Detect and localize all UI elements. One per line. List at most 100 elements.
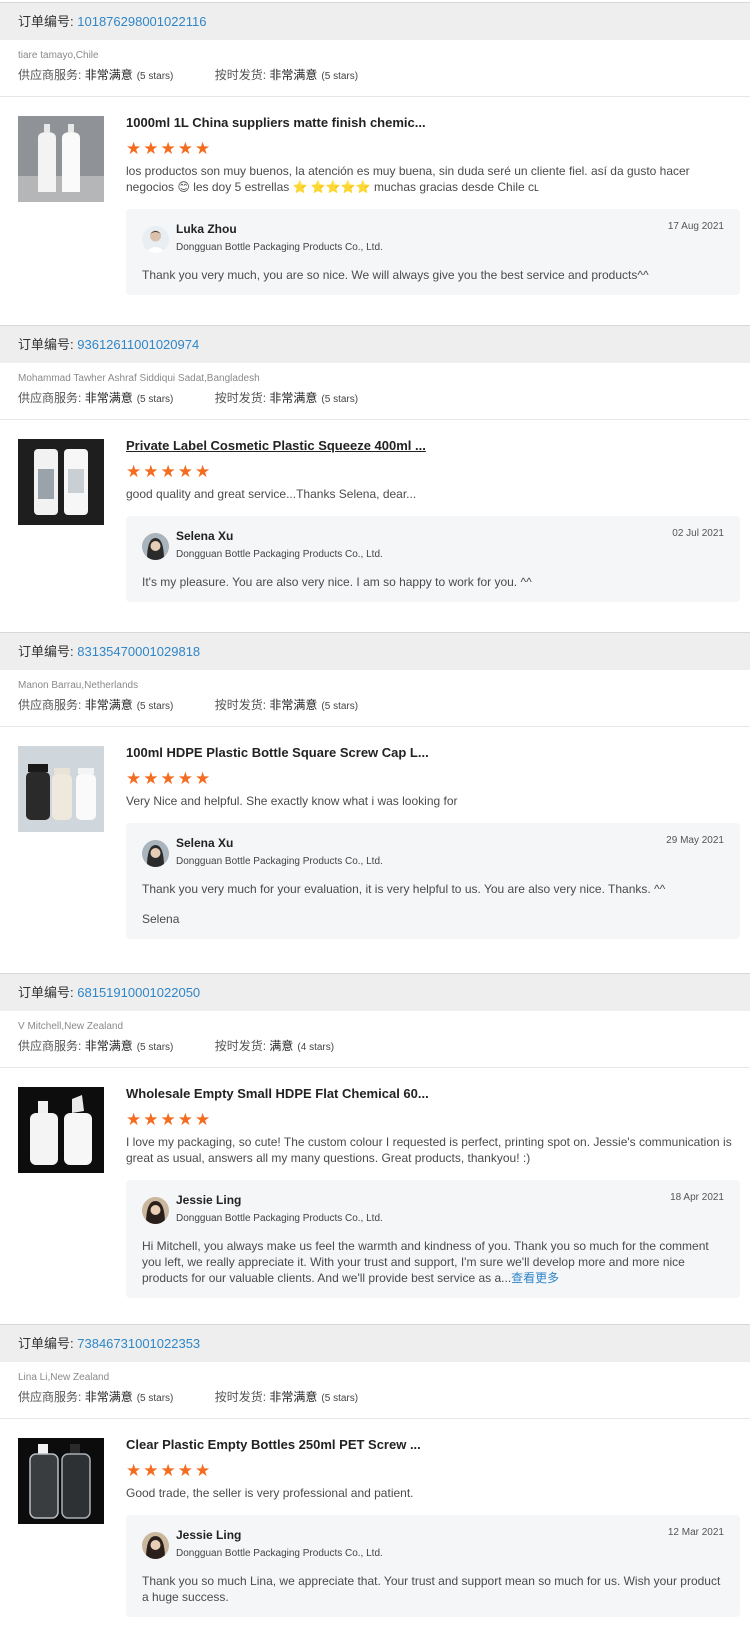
supplier-ratings: 供应商服务: 非常满意 (5 stars) 按时发货: 非常满意 (5 stars) [0,1388,750,1406]
supplier-ratings: 供应商服务: 非常满意 (5 stars) 按时发货: 非常满意 (5 stars) [0,696,750,714]
order-label: 订单编号: [18,14,74,29]
order-label: 订单编号: [18,985,74,1000]
order-header: 订单编号: 73846731001022353 [0,1325,750,1362]
product-title-link[interactable]: Wholesale Empty Small HDPE Flat Chemical… [126,1084,740,1104]
product-title-link[interactable]: 100ml HDPE Plastic Bottle Square Screw C… [126,743,740,763]
supplier-service-stars: (5 stars) [136,1042,174,1053]
order-number-link[interactable]: 68151910001022050 [77,985,200,1000]
seller-reply: Jessie Ling Dongguan Bottle Packaging Pr… [126,1515,740,1617]
reply-author: Selena Xu [176,529,234,543]
reply-date: 29 May 2021 [666,835,724,846]
reply-company: Dongguan Bottle Packaging Products Co., … [176,242,383,253]
reply-company: Dongguan Bottle Packaging Products Co., … [176,1213,383,1224]
customer-name: Mohammad Tawher Ashraf Siddiqui Sadat,Ba… [18,373,260,384]
customer-name: V Mitchell,New Zealand [18,1021,124,1032]
supplier-service-value: 非常满意 [84,1039,133,1053]
reply-date: 02 Jul 2021 [672,528,724,539]
supplier-service-label: 供应商服务: [18,391,82,405]
avatar [142,533,169,560]
order-number-link[interactable]: 93612611001020974 [77,337,199,352]
order-number-link[interactable]: 73846731001022353 [77,1336,200,1351]
product-thumbnail[interactable] [18,746,104,832]
review-card: 订单编号: 73846731001022353 Lina Li,New Zeal… [0,1324,750,1631]
reply-text: Thank you very much for your evaluation,… [142,882,666,896]
supplier-service-label: 供应商服务: [18,1390,82,1404]
view-more-link[interactable]: 查看更多 [511,1271,559,1285]
supplier-service-value: 非常满意 [84,68,133,82]
reply-company: Dongguan Bottle Packaging Products Co., … [176,549,383,560]
supplier-ratings: 供应商服务: 非常满意 (5 stars) 按时发货: 满意 (4 stars) [0,1037,750,1055]
order-header: 订单编号: 83135470001029818 [0,633,750,670]
reply-author: Luka Zhou [176,222,237,236]
reply-company: Dongguan Bottle Packaging Products Co., … [176,1548,383,1559]
review-card: 订单编号: 83135470001029818 Manon Barrau,Net… [0,632,750,953]
supplier-service-label: 供应商服务: [18,68,82,82]
supplier-service-value: 非常满意 [84,391,133,405]
avatar [142,840,169,867]
supplier-service-label: 供应商服务: [18,1039,82,1053]
shipping-stars: (5 stars) [321,1393,359,1404]
shipping-stars: (5 stars) [321,394,359,405]
product-thumbnail[interactable] [18,1438,104,1524]
customer-name: Lina Li,New Zealand [18,1372,110,1383]
shipping-value: 非常满意 [269,698,318,712]
reply-author: Jessie Ling [176,1528,242,1542]
avatar [142,226,169,253]
reply-author: Jessie Ling [176,1193,242,1207]
avatar [142,1532,169,1559]
shipping-stars: (5 stars) [321,701,359,712]
review-card: 订单编号: 93612611001020974 Mohammad Tawher … [0,325,750,616]
shipping-label: 按时发货: [214,1039,267,1053]
order-number-link[interactable]: 101876298001022116 [77,14,206,29]
reply-date: 12 Mar 2021 [667,1527,724,1538]
review-stars: ★★★★★ [126,1461,213,1480]
product-title-link[interactable]: Clear Plastic Empty Bottles 250ml PET Sc… [126,1435,740,1455]
shipping-stars: (5 stars) [321,71,359,82]
supplier-service-stars: (5 stars) [136,71,174,82]
shipping-stars: (4 stars) [297,1042,335,1053]
shipping-value: 非常满意 [269,68,318,82]
seller-reply: Jessie Ling Dongguan Bottle Packaging Pr… [126,1180,740,1298]
order-header: 订单编号: 68151910001022050 [0,974,750,1011]
reply-text: It's my pleasure. You are also very nice… [142,575,532,589]
reply-company: Dongguan Bottle Packaging Products Co., … [176,856,383,867]
order-label: 订单编号: [18,337,74,352]
shipping-value: 非常满意 [269,1390,318,1404]
reply-text-body: Hi Mitchell, you always make us feel the… [142,1239,709,1285]
order-label: 订单编号: [18,644,74,659]
reply-text: Hi Mitchell, you always make us feel the… [142,1238,724,1286]
review-stars: ★★★★★ [126,462,213,481]
order-number-link[interactable]: 83135470001029818 [77,644,200,659]
reply-date: 17 Aug 2021 [667,221,724,232]
product-thumbnail[interactable] [18,116,104,202]
review-stars: ★★★★★ [126,1110,213,1129]
avatar [142,1197,169,1224]
supplier-service-stars: (5 stars) [136,1393,174,1404]
shipping-label: 按时发货: [214,698,267,712]
seller-reply: Selena Xu Dongguan Bottle Packaging Prod… [126,516,740,602]
review-stars: ★★★★★ [126,769,213,788]
seller-reply: Luka Zhou Dongguan Bottle Packaging Prod… [126,209,740,295]
order-header: 订单编号: 101876298001022116 [0,3,750,40]
review-text: good quality and great service...Thanks … [126,487,417,501]
supplier-service-label: 供应商服务: [18,698,82,712]
shipping-value: 非常满意 [269,391,318,405]
product-thumbnail[interactable] [18,439,104,525]
reply-signature: Selena [142,912,180,926]
product-title-link[interactable]: Private Label Cosmetic Plastic Squeeze 4… [126,436,740,456]
product-thumbnail[interactable] [18,1087,104,1173]
review-text: Very Nice and helpful. She exactly know … [126,794,458,808]
shipping-label: 按时发货: [214,68,267,82]
order-header: 订单编号: 93612611001020974 [0,326,750,363]
review-text: los productos son muy buenos, la atenció… [126,164,690,194]
review-card: 订单编号: 101876298001022116 tiare tamayo,Ch… [0,2,750,309]
reply-author: Selena Xu [176,836,234,850]
supplier-service-value: 非常满意 [84,698,133,712]
product-title-link[interactable]: 1000ml 1L China suppliers matte finish c… [126,113,740,133]
reply-text: Thank you very much, you are so nice. We… [142,268,649,282]
review-stars: ★★★★★ [126,139,213,158]
review-card: 订单编号: 68151910001022050 V Mitchell,New Z… [0,973,750,1312]
supplier-service-stars: (5 stars) [136,394,174,405]
customer-name: Manon Barrau,Netherlands [18,680,139,691]
shipping-label: 按时发货: [214,1390,267,1404]
